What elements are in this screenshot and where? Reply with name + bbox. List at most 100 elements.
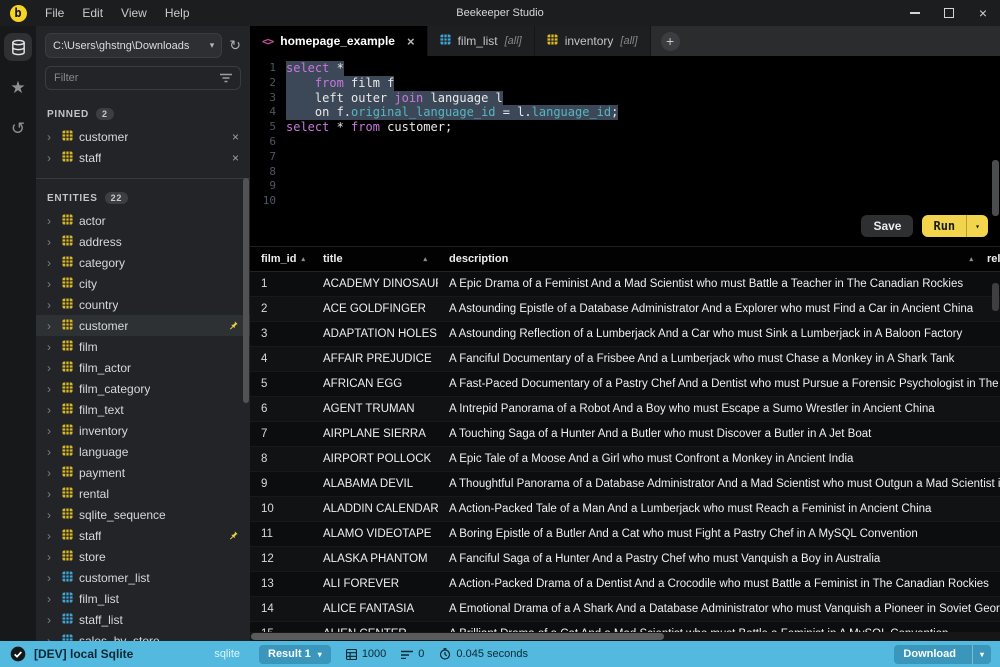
- refresh-icon[interactable]: ↻: [229, 37, 241, 54]
- line-number: 5: [250, 120, 286, 135]
- table-row[interactable]: 9ALABAMA DEVILA Thoughtful Panorama of a…: [250, 472, 1000, 497]
- connection-dropdown[interactable]: C:\Users\ghstng\Downloads ▾: [45, 33, 222, 58]
- unpin-icon[interactable]: ×: [232, 151, 239, 165]
- entity-item-language[interactable]: ›language: [36, 441, 250, 462]
- tab-suffix: [all]: [620, 35, 637, 47]
- entity-item-staff[interactable]: ›staff: [36, 525, 250, 546]
- tab-inventory[interactable]: inventory[all]: [535, 26, 651, 56]
- run-options-caret[interactable]: ▾: [966, 215, 988, 237]
- entity-item-label: film_actor: [79, 361, 131, 375]
- table-icon: [62, 361, 73, 375]
- entity-item-film_list[interactable]: ›film_list: [36, 588, 250, 609]
- close-button[interactable]: ×: [966, 0, 1000, 26]
- entity-item-sales_by_store[interactable]: ›sales_by_store: [36, 630, 250, 641]
- cell-title: ALADDIN CALENDAR: [312, 503, 438, 515]
- code-line: 5select * from customer;: [250, 120, 1000, 135]
- pinned-item-customer[interactable]: ›customer×: [36, 126, 250, 147]
- tab-film_list[interactable]: film_list[all]: [428, 26, 535, 56]
- cell-film-id: 14: [250, 603, 312, 615]
- entity-item-film_category[interactable]: ›film_category: [36, 378, 250, 399]
- line-number: 4: [250, 105, 286, 120]
- table-icon: [62, 529, 73, 543]
- save-button[interactable]: Save: [861, 215, 913, 237]
- entity-item-film[interactable]: ›film: [36, 336, 250, 357]
- cell-description: A Epic Drama of a Feminist And a Mad Sci…: [438, 278, 1000, 290]
- column-header-title[interactable]: title▴: [312, 253, 438, 265]
- favorites-icon[interactable]: ★: [4, 74, 32, 102]
- connection-path: C:\Users\ghstng\Downloads: [53, 40, 206, 52]
- table-row[interactable]: 11ALAMO VIDEOTAPEA Boring Epistle of a B…: [250, 522, 1000, 547]
- run-button[interactable]: Run ▾: [922, 215, 988, 237]
- connection-status[interactable]: [DEV] local Sqlite sqlite: [0, 646, 250, 662]
- editor-scrollbar[interactable]: [992, 160, 999, 216]
- entity-item-store[interactable]: ›store: [36, 546, 250, 567]
- sidebar-scrollbar[interactable]: [243, 178, 249, 403]
- database-panel-icon[interactable]: [4, 33, 32, 61]
- entity-item-actor[interactable]: ›actor: [36, 210, 250, 231]
- table-row[interactable]: 13ALI FOREVERA Action-Packed Drama of a …: [250, 572, 1000, 597]
- horizontal-scrollbar[interactable]: [250, 632, 1000, 641]
- entity-item-rental[interactable]: ›rental: [36, 483, 250, 504]
- menu-help[interactable]: Help: [156, 0, 199, 26]
- entity-item-customer_list[interactable]: ›customer_list: [36, 567, 250, 588]
- pin-icon[interactable]: [228, 320, 239, 331]
- entity-item-payment[interactable]: ›payment: [36, 462, 250, 483]
- result-selector[interactable]: Result 1 ▾: [259, 645, 331, 664]
- vertical-scrollbar-thumb[interactable]: [992, 283, 999, 311]
- table-row[interactable]: 5AFRICAN EGGA Fast-Paced Documentary of …: [250, 372, 1000, 397]
- cell-title: ALASKA PHANTOM: [312, 553, 438, 565]
- column-header-release_year[interactable]: release_year: [984, 253, 1000, 265]
- menu-edit[interactable]: Edit: [73, 0, 112, 26]
- sql-editor[interactable]: 1select *2 from film f3 left outer join …: [250, 56, 1000, 246]
- minimize-button[interactable]: [898, 0, 932, 26]
- table-row[interactable]: 4AFFAIR PREJUDICEA Fanciful Documentary …: [250, 347, 1000, 372]
- entity-item-city[interactable]: ›city: [36, 273, 250, 294]
- entity-item-inventory[interactable]: ›inventory: [36, 420, 250, 441]
- chevron-right-icon: ›: [47, 235, 56, 249]
- statusbar-main: Result 1 ▾ 1000 0 0.045 seconds D: [250, 645, 1000, 664]
- table-row[interactable]: 2ACE GOLDFINGERA Astounding Epistle of a…: [250, 297, 1000, 322]
- download-options-caret[interactable]: ▾: [972, 645, 991, 664]
- table-row[interactable]: 12ALASKA PHANTOMA Fanciful Saga of a Hun…: [250, 547, 1000, 572]
- cell-title: AFFAIR PREJUDICE: [312, 353, 438, 365]
- download-button[interactable]: Download ▾: [894, 645, 991, 664]
- window-controls: ×: [898, 0, 1000, 26]
- cell-film-id: 9: [250, 478, 312, 490]
- entity-item-category[interactable]: ›category: [36, 252, 250, 273]
- table-row[interactable]: 7AIRPLANE SIERRAA Touching Saga of a Hun…: [250, 422, 1000, 447]
- table-row[interactable]: 1ACADEMY DINOSAURA Epic Drama of a Femin…: [250, 272, 1000, 297]
- pinned-item-staff[interactable]: ›staff×: [36, 147, 250, 168]
- menu-file[interactable]: File: [36, 0, 73, 26]
- cell-title: ALICE FANTASIA: [312, 603, 438, 615]
- entity-item-film_text[interactable]: ›film_text: [36, 399, 250, 420]
- table-row[interactable]: 14ALICE FANTASIAA Emotional Drama of a A…: [250, 597, 1000, 622]
- tab-homepage_example[interactable]: <>homepage_example×: [250, 26, 428, 56]
- unpin-icon[interactable]: ×: [232, 130, 239, 144]
- table-row[interactable]: 3ADAPTATION HOLESA Astounding Reflection…: [250, 322, 1000, 347]
- table-row[interactable]: 6AGENT TRUMANA Intrepid Panorama of a Ro…: [250, 397, 1000, 422]
- table-row[interactable]: 8AIRPORT POLLOCKA Epic Tale of a Moose A…: [250, 447, 1000, 472]
- new-tab-button[interactable]: +: [661, 32, 680, 51]
- maximize-button[interactable]: [932, 0, 966, 26]
- entity-item-country[interactable]: ›country: [36, 294, 250, 315]
- entity-item-staff_list[interactable]: › staff_list: [36, 609, 250, 630]
- entity-item-customer[interactable]: ›customer: [36, 315, 250, 336]
- column-header-film_id[interactable]: film_id▴: [250, 253, 312, 265]
- chevron-right-icon: ›: [47, 613, 56, 627]
- entity-item-film_actor[interactable]: ›film_actor: [36, 357, 250, 378]
- close-tab-icon[interactable]: ×: [407, 34, 415, 49]
- horizontal-scrollbar-thumb[interactable]: [251, 633, 664, 640]
- pin-icon[interactable]: [228, 530, 239, 541]
- column-label: release_year: [987, 253, 1000, 265]
- entity-item-label: staff_list: [79, 613, 123, 627]
- table-row[interactable]: 10ALADDIN CALENDARA Action-Packed Tale o…: [250, 497, 1000, 522]
- filter-placeholder: Filter: [54, 72, 78, 84]
- entity-item-sqlite_sequence[interactable]: ›sqlite_sequence: [36, 504, 250, 525]
- table-icon: [62, 508, 73, 522]
- history-icon[interactable]: ↺: [4, 115, 32, 143]
- entity-item-address[interactable]: ›address: [36, 231, 250, 252]
- menu-view[interactable]: View: [112, 0, 156, 26]
- code-line: 9: [250, 179, 1000, 194]
- filter-input[interactable]: Filter: [45, 66, 241, 90]
- column-header-description[interactable]: description▴: [438, 253, 984, 265]
